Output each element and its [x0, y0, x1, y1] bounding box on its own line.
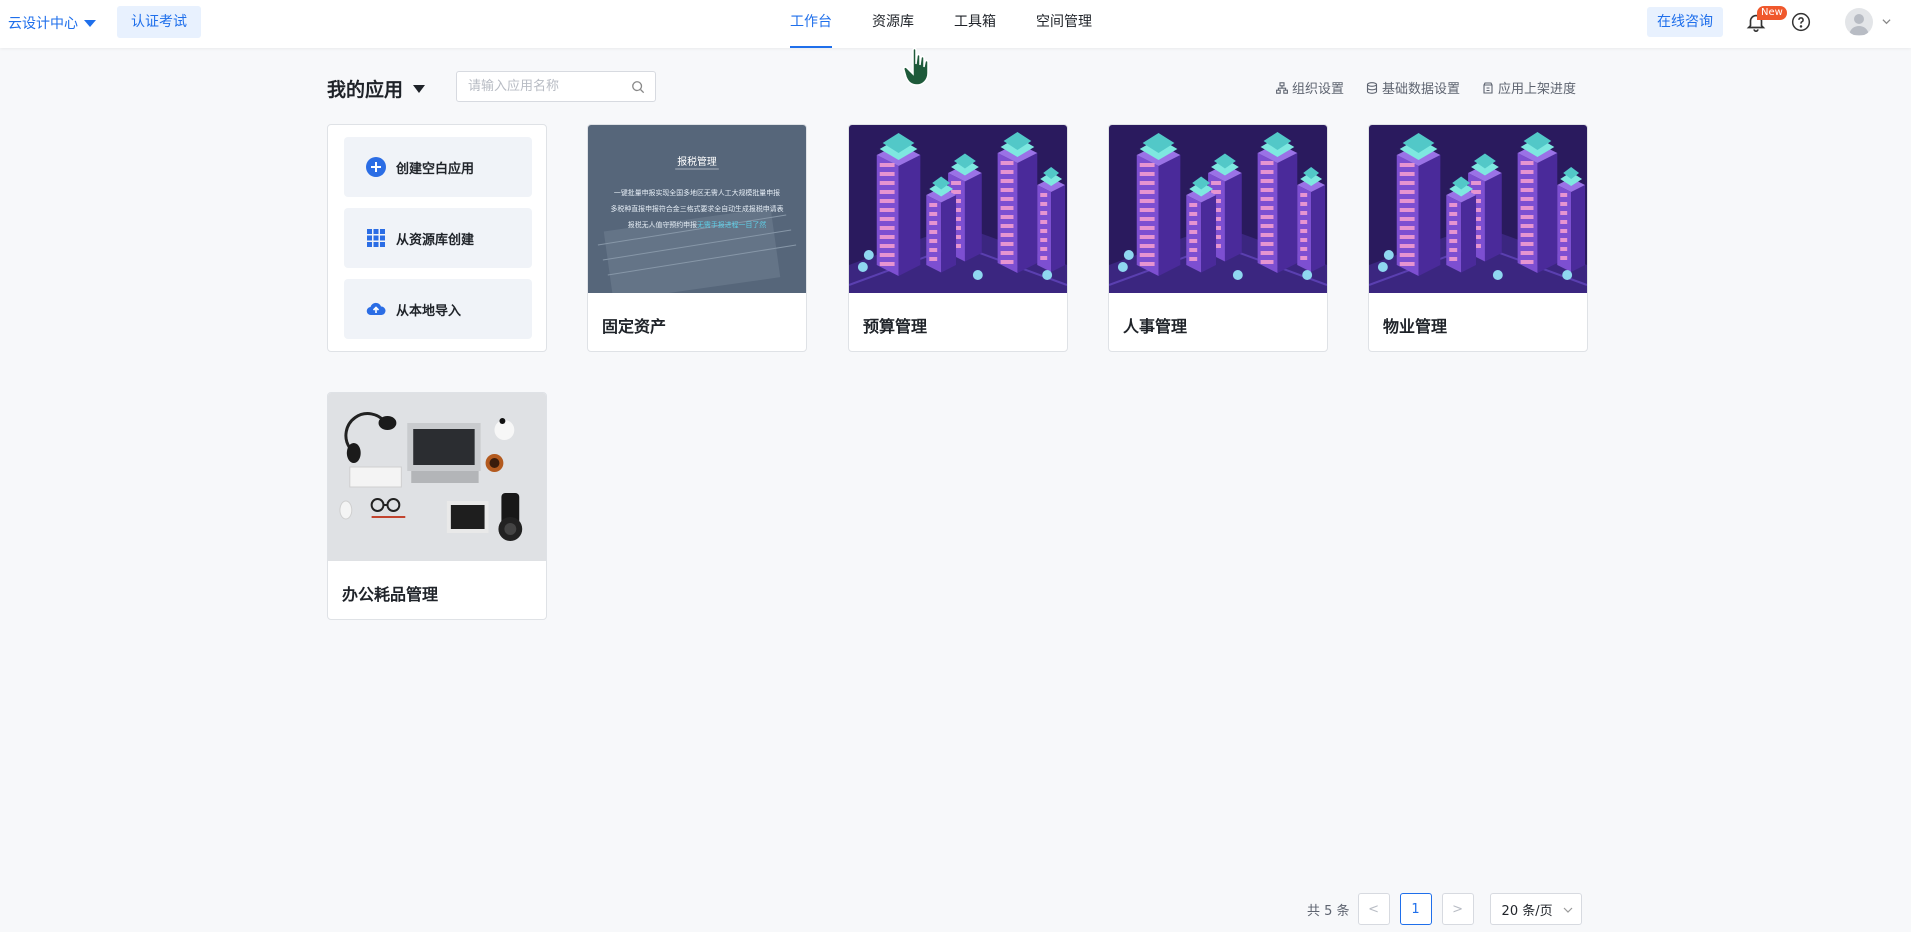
tax-management-thumbnail: 报税管理 一键批量申报实现全国多地区无需人工大规模批量申报 多税种直报申报符合金… [588, 125, 806, 293]
help-icon[interactable] [1791, 12, 1811, 32]
page-size-label: 20 条/页 [1501, 903, 1553, 919]
app-card-office-supplies[interactable]: 办公耗品管理 [327, 392, 547, 620]
app-name: 物业管理 [1383, 317, 1448, 336]
page-1-button[interactable]: 1 [1399, 893, 1432, 925]
prev-page-button[interactable]: < [1357, 893, 1390, 925]
brand-dropdown[interactable]: 云设计中心 [8, 13, 96, 33]
create-blank-app-button[interactable]: 创建空白应用 [344, 137, 532, 197]
create-from-library-label: 从资源库创建 [396, 232, 475, 248]
app-search [456, 71, 656, 102]
thumbnail-title: 报税管理 [677, 155, 717, 168]
nav-space-management[interactable]: 空间管理 [1036, 0, 1092, 48]
total-count: 共 5 条 [1307, 903, 1350, 919]
app-name: 固定资产 [602, 317, 667, 336]
avatar[interactable] [1845, 8, 1873, 36]
online-consult-button[interactable]: 在线咨询 [1647, 7, 1723, 37]
org-settings-label: 组织设置 [1291, 82, 1344, 97]
app-card-budget-management[interactable]: 预算管理 [848, 124, 1068, 352]
import-local-label: 从本地导入 [396, 303, 462, 319]
app-listing-progress-label: 应用上架进度 [1497, 82, 1576, 97]
next-page-button[interactable]: > [1441, 893, 1474, 925]
certification-exam-button[interactable]: 认证考试 [117, 6, 201, 38]
thumbnail-line-2: 多税种直报申报符合金三格式要求全自动生成报税申请表 [610, 204, 783, 213]
database-icon [1366, 81, 1378, 94]
chevron-down-icon[interactable] [1882, 17, 1891, 26]
my-apps-dropdown[interactable]: 我的应用 [327, 75, 426, 102]
brand-label: 云设计中心 [8, 16, 78, 32]
city-illustration-thumbnail [849, 125, 1067, 293]
thumbnail-line-3-text: 报税无人值守预约申报 [628, 220, 697, 229]
city-illustration-thumbnail [1109, 125, 1327, 293]
basic-data-settings-label: 基础数据设置 [1381, 82, 1460, 97]
chevron-down-icon [1563, 907, 1572, 913]
app-card-property-management[interactable]: 物业管理 [1368, 124, 1588, 352]
nav-resource-library[interactable]: 资源库 [872, 0, 914, 48]
main-nav: 工作台 资源库 工具箱 空间管理 [790, 0, 1132, 48]
desk-photo-thumbnail [328, 393, 546, 561]
top-bar: 云设计中心 认证考试 工作台 资源库 工具箱 空间管理 在线咨询 New [0, 0, 1911, 48]
shelf-icon [1483, 81, 1493, 94]
thumbnail-line-3: 报税无人值守预约申报无需手报进程一目了然 [628, 220, 766, 229]
create-blank-app-label: 创建空白应用 [396, 161, 475, 177]
app-name: 预算管理 [863, 317, 928, 336]
app-name: 人事管理 [1123, 317, 1188, 336]
create-from-library-button[interactable]: 从资源库创建 [344, 208, 532, 268]
search-icon[interactable] [631, 80, 645, 94]
app-card-fixed-assets[interactable]: 报税管理 一键批量申报实现全国多地区无需人工大规模批量申报 多税种直报申报符合金… [587, 124, 807, 352]
thumbnail-highlight: 无需手报进程一目了然 [697, 220, 766, 229]
org-settings-link[interactable]: 组织设置 [1276, 78, 1344, 97]
avatar-icon [1849, 14, 1869, 35]
caret-down-icon [84, 19, 96, 27]
grid-icon [367, 229, 385, 247]
hand-cursor-icon [903, 47, 929, 86]
plus-circle-icon [366, 157, 386, 177]
app-listing-progress-link[interactable]: 应用上架进度 [1482, 78, 1576, 97]
caret-down-icon [413, 84, 426, 93]
pagination: 共 5 条 < 1 > 20 条/页 [1307, 893, 1582, 925]
import-local-button[interactable]: 从本地导入 [344, 279, 532, 339]
nav-toolbox[interactable]: 工具箱 [954, 0, 996, 48]
cloud-upload-icon [366, 302, 386, 316]
create-app-panel: 创建空白应用 从资源库创建 从本地导入 [327, 124, 547, 352]
section-links: 组织设置 基础数据设置 应用上架进度 [1276, 78, 1576, 97]
search-input[interactable] [457, 72, 617, 101]
app-card-hr-management[interactable]: 人事管理 [1108, 124, 1328, 352]
page-title: 我的应用 [327, 79, 404, 101]
city-illustration-thumbnail [1369, 125, 1587, 293]
app-name: 办公耗品管理 [342, 585, 439, 604]
new-badge: New [1757, 6, 1787, 20]
org-icon [1276, 81, 1288, 94]
basic-data-settings-link[interactable]: 基础数据设置 [1366, 78, 1460, 97]
thumbnail-line-1: 一键批量申报实现全国多地区无需人工大规模批量申报 [614, 188, 780, 197]
nav-workbench[interactable]: 工作台 [790, 0, 832, 48]
page-size-select[interactable]: 20 条/页 [1489, 893, 1582, 925]
